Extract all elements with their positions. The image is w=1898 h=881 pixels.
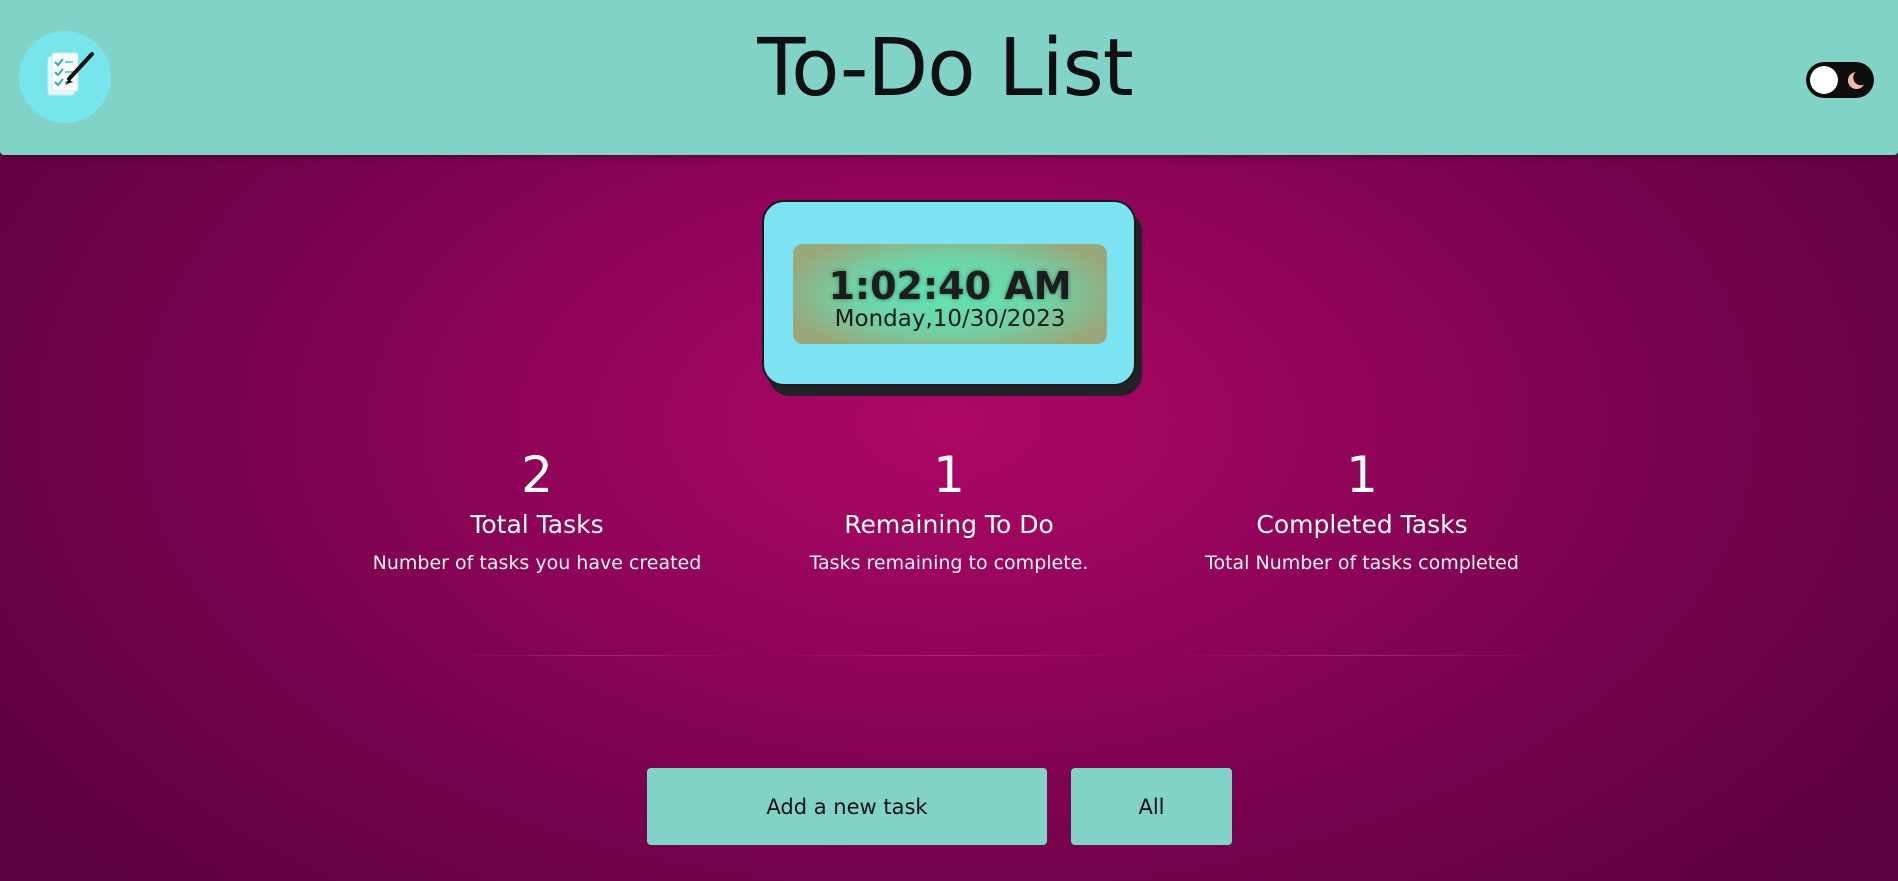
stat-title: Completed Tasks bbox=[1256, 510, 1468, 539]
clock-date: Monday,10/30/2023 bbox=[834, 306, 1066, 332]
clock-time: 1:02:40 AM bbox=[828, 264, 1072, 308]
stat-value: 1 bbox=[933, 446, 965, 504]
page-title: To-Do List bbox=[757, 22, 1134, 114]
stat-description: Tasks remaining to complete. bbox=[809, 552, 1089, 574]
filter-all-button[interactable]: All bbox=[1071, 768, 1232, 845]
divider bbox=[1165, 655, 1555, 656]
toggle-knob bbox=[1810, 66, 1838, 94]
divider bbox=[450, 655, 750, 656]
stat-title: Remaining To Do bbox=[844, 510, 1054, 539]
moon-icon bbox=[1847, 71, 1866, 90]
theme-toggle[interactable] bbox=[1806, 62, 1874, 98]
add-task-button[interactable]: Add a new task bbox=[647, 768, 1047, 845]
stat-value: 1 bbox=[1346, 446, 1378, 504]
stat-total-tasks: 2 Total Tasks Number of tasks you have c… bbox=[347, 442, 727, 575]
app-header: To-Do List bbox=[0, 0, 1898, 155]
stat-completed-tasks: 1 Completed Tasks Total Number of tasks … bbox=[1172, 442, 1552, 575]
stat-title: Total Tasks bbox=[470, 510, 604, 539]
stat-description: Number of tasks you have created bbox=[372, 552, 702, 574]
clock-display: 1:02:40 AM Monday,10/30/2023 bbox=[793, 244, 1107, 344]
stat-description: Total Number of tasks completed bbox=[1205, 552, 1519, 574]
divider bbox=[760, 655, 1140, 656]
stat-remaining-tasks: 1 Remaining To Do Tasks remaining to com… bbox=[759, 442, 1139, 575]
clock-card: 1:02:40 AM Monday,10/30/2023 bbox=[762, 200, 1136, 386]
stat-value: 2 bbox=[521, 446, 553, 504]
